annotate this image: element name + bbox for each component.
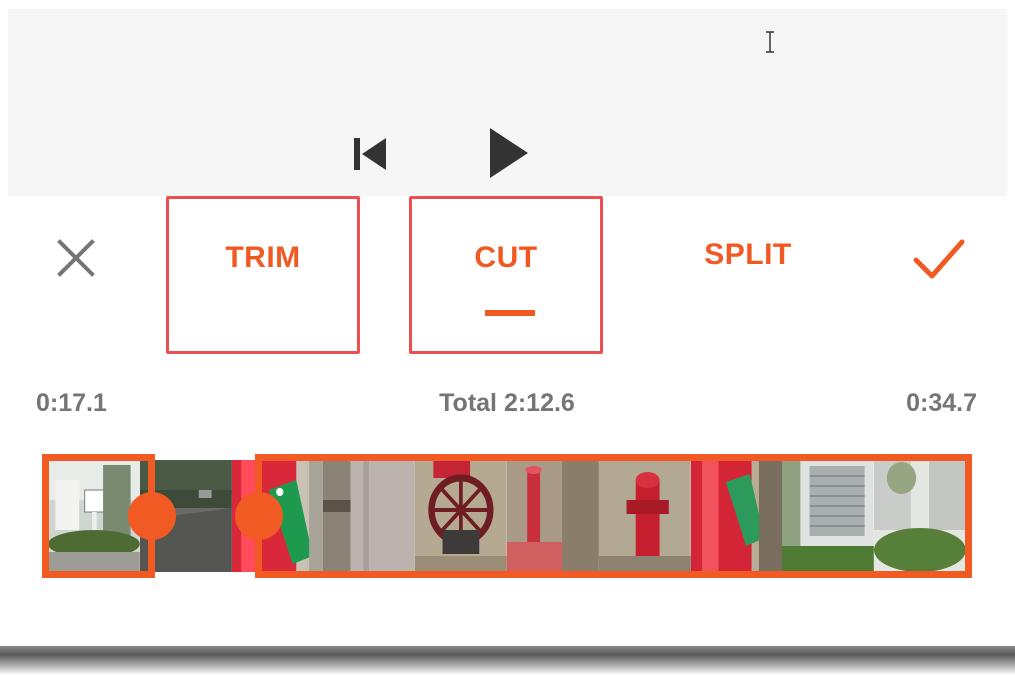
cut-start-handle[interactable]: [128, 492, 176, 540]
play-icon[interactable]: [484, 126, 532, 180]
bottom-shadow: [0, 646, 1015, 675]
tab-cut-label: CUT: [474, 241, 538, 274]
video-editor-screen: TRIM CUT SPLIT 0:17.1 Total 2:12.6 0:34.…: [0, 0, 1015, 675]
timeline[interactable]: [42, 454, 972, 578]
skip-to-start-icon[interactable]: [348, 134, 390, 174]
tab-trim-label: TRIM: [225, 241, 301, 274]
end-time: 0:34.7: [906, 389, 977, 417]
text-cursor-icon: [766, 31, 774, 53]
kept-segment-right: [255, 454, 972, 578]
tab-cut[interactable]: CUT: [409, 196, 603, 354]
checkmark-icon[interactable]: [910, 234, 968, 284]
tab-split[interactable]: SPLIT: [650, 196, 846, 354]
total-duration: Total 2:12.6: [439, 389, 575, 417]
close-icon[interactable]: [52, 234, 100, 282]
cut-end-handle[interactable]: [235, 492, 283, 540]
tab-trim[interactable]: TRIM: [166, 196, 360, 354]
tab-split-label: SPLIT: [704, 238, 792, 271]
active-tab-indicator: [485, 310, 535, 316]
start-time: 0:17.1: [36, 389, 107, 417]
